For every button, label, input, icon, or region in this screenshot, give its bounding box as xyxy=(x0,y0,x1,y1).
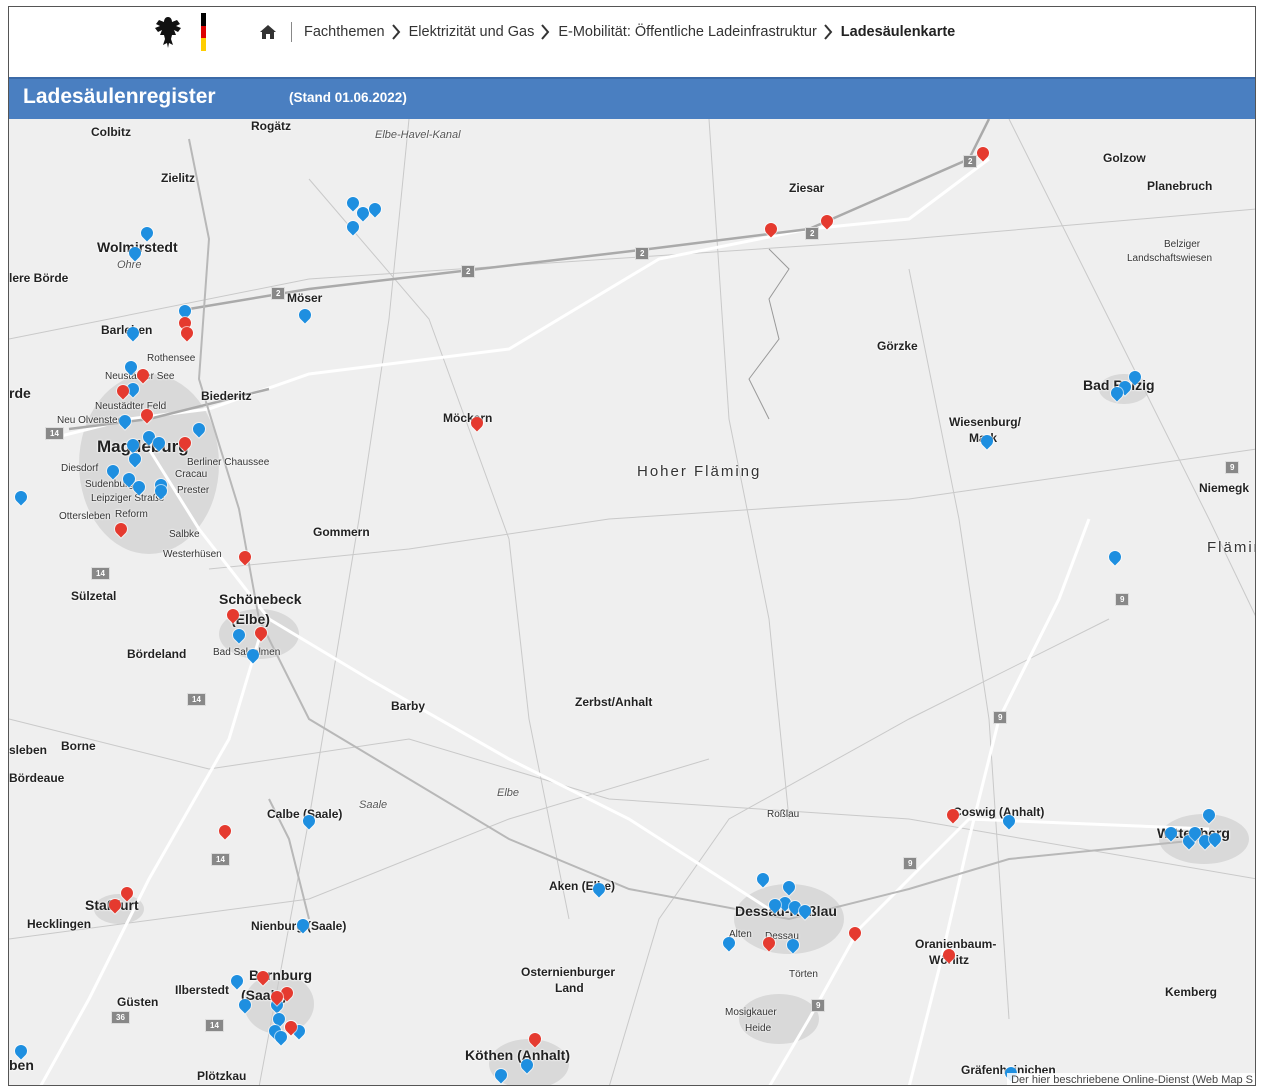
place-label: Plötzkau xyxy=(197,1069,247,1083)
place-label: Coswig (Anhalt) xyxy=(953,805,1045,819)
place-label: sleben xyxy=(9,743,48,757)
breadcrumb-divider xyxy=(291,22,292,42)
place-label: Kemberg xyxy=(1165,985,1218,999)
road-number-shield: 14 xyxy=(45,427,64,440)
road-number-shield: 36 xyxy=(111,1011,130,1024)
road-number-shield: 14 xyxy=(91,567,110,580)
place-label: Niemegk xyxy=(1199,481,1250,495)
place-label: Westerhüsen xyxy=(163,549,222,560)
road-number-shield: 9 xyxy=(903,857,918,870)
road-number-shield: 2 xyxy=(963,155,978,168)
place-label: Hecklingen xyxy=(27,917,92,931)
road-number-shield: 2 xyxy=(271,287,286,300)
place-label: Gommern xyxy=(313,525,370,539)
place-label: Neu Olvenstedt xyxy=(57,415,126,426)
breadcrumb-e-mobilitaet[interactable]: E-Mobilität: Öffentliche Ladeinfrastrukt… xyxy=(558,24,816,40)
place-label: Biederitz xyxy=(201,389,252,403)
place-label: Colbitz xyxy=(91,125,131,139)
place-label: rde xyxy=(9,385,31,401)
place-label: Möser xyxy=(287,291,323,305)
place-label: Zielitz xyxy=(161,171,196,185)
road-number-shield: 9 xyxy=(1115,593,1130,606)
road-number-shield: 9 xyxy=(993,711,1008,724)
page-title: Ladesäulenregister xyxy=(23,85,216,108)
place-label: Salbke xyxy=(169,529,200,540)
place-label: Hoher Fläming xyxy=(637,463,762,480)
place-label: Schönebeck xyxy=(219,591,302,607)
place-label: Güsten xyxy=(117,995,159,1009)
place-label: Prester xyxy=(177,485,210,496)
place-label: Golzow xyxy=(1103,151,1146,165)
data-date: (Stand 01.06.2022) xyxy=(289,90,407,105)
place-label: Ottersleben xyxy=(59,511,111,522)
place-label: Heide xyxy=(745,1023,772,1034)
title-bar: Ladesäulenregister (Stand 01.06.2022) xyxy=(9,77,1255,119)
chevron-right-icon xyxy=(541,24,550,40)
place-label: Törten xyxy=(789,969,818,980)
place-label: Ohre xyxy=(117,259,142,271)
map-canvas[interactable]: ColbitzRogätzZielitzWolmirstedtOhrelere … xyxy=(9,119,1255,1085)
place-label: Bördeland xyxy=(127,647,187,661)
road-number-shield: 2 xyxy=(805,227,820,240)
map-attribution[interactable]: Der hier beschriebene Online-Dienst (Web… xyxy=(1007,1073,1255,1085)
road-number-shield: 2 xyxy=(461,265,476,278)
place-label: lere Börde xyxy=(9,271,69,285)
place-label: Rothensee xyxy=(147,353,196,364)
place-label: Berliner Chaussee xyxy=(187,457,270,468)
place-label: Möckern xyxy=(443,411,493,425)
place-label: Barby xyxy=(391,699,426,713)
place-label: Saale xyxy=(359,799,388,811)
app-frame: Fachthemen Elektrizität und Gas E-Mobili… xyxy=(8,6,1256,1086)
place-label: Fläming xyxy=(1207,539,1255,556)
road-number-shield: 14 xyxy=(187,693,206,706)
chevron-right-icon xyxy=(391,24,400,40)
map-background xyxy=(9,119,1255,1085)
place-label: Diesdorf xyxy=(61,463,99,474)
place-label: Belziger xyxy=(1164,239,1201,250)
place-label: Mosigkauer xyxy=(725,1007,777,1018)
place-label: Neustädter Feld xyxy=(95,401,167,412)
place-label: Oranienbaum- xyxy=(915,937,997,951)
place-label: Köthen (Anhalt) xyxy=(465,1047,570,1063)
place-label: Elbe-Havel-Kanal xyxy=(375,129,461,141)
place-label: Rogätz xyxy=(251,119,291,133)
place-label: Planebruch xyxy=(1147,179,1213,193)
place-label: Bördeaue xyxy=(9,771,65,785)
place-label: Cracau xyxy=(175,469,208,480)
place-label: Sülzetal xyxy=(71,589,117,603)
place-label: Görzke xyxy=(877,339,918,353)
place-label: Borne xyxy=(61,739,96,753)
chevron-right-icon xyxy=(824,24,833,40)
place-label: Elbe xyxy=(497,787,520,799)
eagle-logo xyxy=(155,17,181,48)
place-label: Roßlau xyxy=(767,809,800,820)
road-number-shield: 9 xyxy=(1225,461,1240,474)
place-label: ben xyxy=(9,1057,34,1073)
place-label: Wiesenburg/ xyxy=(949,415,1021,429)
place-label: Zerbst/Anhalt xyxy=(575,695,653,709)
place-label: Leipziger Straße xyxy=(91,493,165,504)
place-label: Landschaftswiesen xyxy=(1127,253,1213,264)
place-label: Ziesar xyxy=(789,181,825,195)
place-label: Ilberstedt xyxy=(175,983,230,997)
breadcrumb-current: Ladesäulenkarte xyxy=(840,24,956,40)
place-label: Reform xyxy=(115,509,148,520)
place-label: Osternienburger xyxy=(521,965,616,979)
breadcrumb: Fachthemen Elektrizität und Gas E-Mobili… xyxy=(259,22,955,42)
flag-stripe xyxy=(201,13,206,51)
place-label: Aken (Elbe) xyxy=(549,879,616,893)
top-navigation: Fachthemen Elektrizität und Gas E-Mobili… xyxy=(9,7,1255,71)
place-label: Land xyxy=(555,981,584,995)
breadcrumb-elektrizitaet[interactable]: Elektrizität und Gas xyxy=(409,24,535,40)
road-number-shield: 2 xyxy=(635,247,650,260)
home-icon[interactable] xyxy=(259,23,277,41)
road-number-shield: 14 xyxy=(205,1019,224,1032)
road-number-shield: 9 xyxy=(811,999,826,1012)
road-number-shield: 14 xyxy=(211,853,230,866)
breadcrumb-fachthemen[interactable]: Fachthemen xyxy=(304,24,385,40)
